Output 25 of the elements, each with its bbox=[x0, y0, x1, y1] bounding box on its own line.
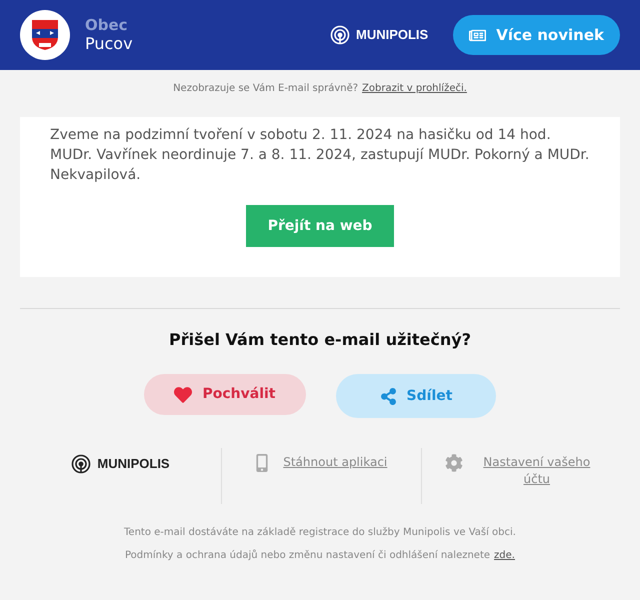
content-paragraph: Zveme na podzimní tvoření v sobotu 2. 11. 2024 na hasičku od 14 hod. bbox=[50, 126, 552, 145]
municipality-crest-icon bbox=[20, 10, 70, 60]
terms-link[interactable]: zde. bbox=[494, 548, 515, 563]
broadcast-icon bbox=[330, 25, 350, 45]
praise-button[interactable]: Pochválit bbox=[144, 374, 306, 415]
footer-brand-name: MUNIPOLIS bbox=[97, 455, 170, 473]
notice-text: Nezobrazuje se Vám E-mail správně? bbox=[173, 82, 358, 96]
feedback-question: Přišel Vám tento e-mail užitečný? bbox=[168, 329, 472, 351]
share-icon bbox=[380, 388, 397, 404]
more-news-button[interactable]: Více novinek bbox=[453, 15, 620, 55]
heart-icon bbox=[174, 386, 192, 404]
download-app-link[interactable]: Stáhnout aplikaci bbox=[283, 454, 388, 504]
broadcast-icon bbox=[71, 454, 92, 474]
settings-icon bbox=[444, 454, 463, 472]
account-settings-link[interactable]: Nastavení vašeho účtu bbox=[476, 454, 597, 504]
registration-info: Tento e-mail dostáváte na základě registrace do služby Munipolis ve Vaší obci. bbox=[124, 526, 516, 540]
municipality-label: Obec bbox=[85, 16, 129, 34]
brand-name: MUNIPOLIS bbox=[356, 26, 428, 44]
content-paragraph: MUDr. Vavřínek neordinuje 7. a 8. 11. 2024, zastupují MUDr. Pokorný a MUDr. Nekvapilová. bbox=[50, 146, 590, 185]
browser-link[interactable]: Zobrazit v prohlížeči. bbox=[362, 81, 467, 96]
phone-icon bbox=[255, 454, 270, 472]
share-button[interactable]: Sdílet bbox=[336, 374, 496, 418]
municipality-name: Pucov bbox=[85, 34, 133, 54]
terms-text: Podmínky a ochrana údajů nebo změnu nastavení či odhlášení naleznete bbox=[125, 548, 490, 563]
go-to-web-button[interactable]: Přejít na web bbox=[246, 205, 394, 247]
